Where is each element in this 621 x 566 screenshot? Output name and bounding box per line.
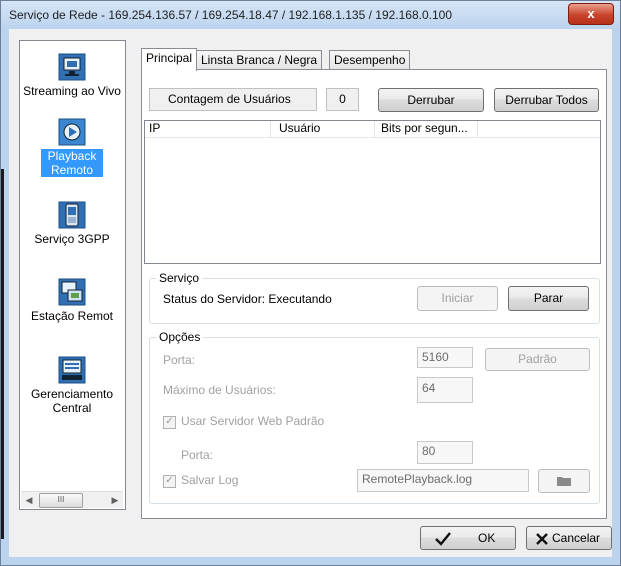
sidebar-item-label: Serviço 3GPP <box>34 232 110 246</box>
sidebar-item-label: Playback Remoto <box>41 149 103 177</box>
window-shadow-edge <box>1 169 4 539</box>
column-header-ip[interactable]: IP <box>145 121 271 137</box>
folder-icon <box>557 477 571 486</box>
monitor-stream-icon <box>58 53 86 81</box>
save-log-label: Salvar Log <box>181 473 239 487</box>
central-management-icon <box>58 356 86 384</box>
title-bar[interactable]: Serviço de Rede - 169.254.136.57 / 169.2… <box>1 1 620 29</box>
list-header: IP Usuário Bits por segun... <box>145 121 600 138</box>
default-button[interactable]: Padrão <box>485 348 590 371</box>
kick-all-button[interactable]: Derrubar Todos <box>494 88 599 112</box>
dialog-window: Serviço de Rede - 169.254.136.57 / 169.2… <box>0 0 621 566</box>
playback-icon <box>58 118 86 146</box>
user-count-label: Contagem de Usuários <box>149 88 317 111</box>
scroll-right-icon[interactable]: ▶ <box>107 492 123 508</box>
sidebar-item-label: Gerenciamento Central <box>30 387 114 415</box>
connected-users-list[interactable]: IP Usuário Bits por segun... <box>144 120 601 264</box>
scroll-left-icon[interactable]: ◀ <box>21 492 37 508</box>
checkmark-icon: ✓ <box>165 475 174 486</box>
sidebar-item-3gpp[interactable]: Serviço 3GPP <box>20 201 124 246</box>
sidebar-item-remote-station[interactable]: Estação Remot <box>20 278 124 323</box>
options-group-legend: Opções <box>156 330 204 344</box>
server-status-text: Status do Servidor: Executando <box>163 292 332 306</box>
column-header-bitrate[interactable]: Bits por segun... <box>375 121 478 137</box>
save-log-checkbox[interactable]: ✓ <box>163 475 176 488</box>
checkmark-icon <box>435 532 451 546</box>
user-count-value: 0 <box>326 88 359 111</box>
port-label: Porta: <box>163 353 196 367</box>
port-field[interactable]: 5160 <box>417 347 473 368</box>
service-sidebar: Streaming ao Vivo Playback Remoto Serviç… <box>19 40 126 510</box>
sidebar-item-streaming[interactable]: Streaming ao Vivo <box>20 53 124 98</box>
log-file-field[interactable]: RemotePlayback.log <box>357 469 529 492</box>
close-icon: x <box>587 6 595 21</box>
service-group-legend: Serviço <box>156 271 203 285</box>
close-button[interactable]: x <box>568 3 614 25</box>
tab-principal[interactable]: Principal <box>141 48 198 71</box>
sidebar-horizontal-scrollbar[interactable]: ◀ III ▶ <box>21 491 123 508</box>
tab-performance[interactable]: Desempenho <box>329 50 411 70</box>
sidebar-item-playback[interactable]: Playback Remoto <box>20 118 124 177</box>
ok-button-label: OK <box>478 531 496 545</box>
mobile-phone-icon <box>58 201 86 229</box>
stop-button[interactable]: Parar <box>508 286 589 311</box>
cancel-button-label: Cancelar <box>552 531 601 545</box>
checkmark-icon: ✓ <box>165 416 174 427</box>
use-web-server-checkbox[interactable]: ✓ <box>163 416 176 429</box>
cancel-x-icon <box>536 533 548 545</box>
sidebar-item-label: Streaming ao Vivo <box>23 84 121 98</box>
web-port-label: Porta: <box>181 448 214 462</box>
tab-white-black-list[interactable]: Linsta Branca / Negra <box>196 50 323 70</box>
web-port-field[interactable]: 80 <box>417 441 473 464</box>
max-users-label: Máximo de Usuários: <box>163 383 276 397</box>
ok-button[interactable]: OK <box>420 526 516 550</box>
scroll-thumb[interactable]: III <box>39 493 83 508</box>
window-title: Serviço de Rede - 169.254.136.57 / 169.2… <box>9 8 453 22</box>
max-users-field[interactable]: 64 <box>417 377 473 403</box>
start-button[interactable]: Iniciar <box>417 286 498 311</box>
sidebar-item-label: Estação Remot <box>30 309 114 323</box>
kick-button[interactable]: Derrubar <box>378 88 484 112</box>
remote-station-icon <box>58 278 86 306</box>
use-web-server-label: Usar Servidor Web Padrão <box>181 414 325 428</box>
sidebar-item-central-management[interactable]: Gerenciamento Central <box>20 356 124 415</box>
column-header-user[interactable]: Usuário <box>271 121 375 137</box>
browse-folder-button[interactable] <box>538 469 590 493</box>
cancel-button[interactable]: Cancelar <box>526 526 612 550</box>
